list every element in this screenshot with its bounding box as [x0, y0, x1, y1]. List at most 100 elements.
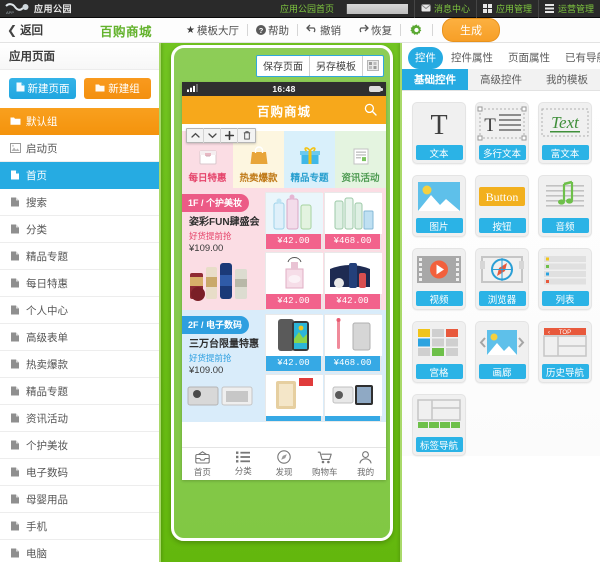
- sidebar-item-hot-sale-label: 热卖爆款: [26, 358, 68, 371]
- page-group-default[interactable]: 默认组: [0, 108, 159, 135]
- product-image: [266, 193, 323, 234]
- sidebar-item-hot-sale[interactable]: 热卖爆款: [0, 351, 159, 378]
- svg-text:APP: APP: [6, 10, 14, 15]
- tab-control-properties[interactable]: 控件属性: [444, 47, 500, 69]
- delete-component-button[interactable]: [238, 128, 255, 143]
- tab-page-properties[interactable]: 页面属性: [501, 47, 557, 69]
- phone-floor-1-price: ¥109.00: [189, 243, 224, 255]
- svg-text:‹: ‹: [548, 330, 550, 336]
- topbar-item-app-management[interactable]: 应用管理: [475, 0, 538, 18]
- component-list[interactable]: 列表: [538, 248, 592, 310]
- sidebar-item-search[interactable]: 搜索: [0, 189, 159, 216]
- phone-floor-1-products: ¥42.00 ¥468.00 ¥42.00 ¥42.00: [263, 188, 386, 310]
- component-image[interactable]: 图片: [412, 175, 466, 237]
- product-card[interactable]: ¥468.00: [324, 192, 382, 250]
- back-button[interactable]: ❮ 返回: [0, 22, 43, 38]
- pages-list[interactable]: 默认组 启动页 首页 搜索 分类 精品专题 每日特惠 个人中心 高级表单 热卖爆…: [0, 108, 159, 562]
- phone-nav-discover-label: 发现: [275, 467, 293, 477]
- product-card[interactable]: ¥42.00: [265, 314, 323, 372]
- move-up-button[interactable]: [187, 128, 204, 143]
- subtab-my-templates[interactable]: 我的模板: [534, 69, 600, 90]
- grid-icon: [482, 4, 493, 13]
- phone-nav-discover[interactable]: 发现: [264, 450, 305, 478]
- phone-nav-cart[interactable]: 购物车: [304, 451, 345, 478]
- canvas-area: 保存页面 另存模板 16:48 百购商城 每日特惠 热卖爆款 精品专题 资讯活动…: [163, 43, 400, 562]
- component-button[interactable]: Button 按钮: [475, 175, 529, 237]
- component-multiline-text[interactable]: T 多行文本: [475, 102, 529, 164]
- sidebar-item-electronics[interactable]: 电子数码: [0, 459, 159, 486]
- component-audio-label: 音频: [541, 218, 589, 233]
- component-audio[interactable]: 音频: [538, 175, 592, 237]
- phone-nav-mine-label: 我的: [357, 466, 375, 477]
- phone-floor-2-badge: 2F / 电子数码: [182, 316, 250, 334]
- save-as-template-button[interactable]: 另存模板: [310, 56, 363, 76]
- app-title: 百购商城: [100, 24, 153, 39]
- phone-nav-category[interactable]: 分类: [223, 451, 264, 477]
- tab-controls[interactable]: 控件: [408, 46, 443, 69]
- sidebar-item-featured-topic[interactable]: 精品专题: [0, 243, 159, 270]
- sidebar-item-splash-label: 启动页: [26, 142, 58, 155]
- preview-button[interactable]: [363, 58, 383, 74]
- help-button[interactable]: ? 帮助: [248, 23, 297, 38]
- component-rich-text[interactable]: Text 富文本: [538, 102, 592, 164]
- sidebar-item-personal-care[interactable]: 个护美妆: [0, 432, 159, 459]
- sidebar-item-news-activity[interactable]: 资讯活动: [0, 405, 159, 432]
- search-icon[interactable]: [364, 103, 377, 116]
- component-gallery[interactable]: 画廊: [475, 321, 529, 383]
- save-page-button[interactable]: 保存页面: [257, 56, 310, 76]
- phone-nav-mine[interactable]: 我的: [345, 450, 386, 478]
- product-card[interactable]: ¥42.00: [265, 252, 323, 310]
- component-history-nav[interactable]: TOP ‹ 历史导航: [538, 321, 592, 383]
- phone-nav-home[interactable]: 首页: [182, 450, 223, 478]
- sidebar-item-computer[interactable]: 电脑: [0, 540, 159, 562]
- new-group-button[interactable]: 新建组: [84, 78, 151, 99]
- subtab-advanced-controls[interactable]: 高级控件: [468, 69, 534, 90]
- generate-button[interactable]: 生成: [441, 18, 500, 42]
- product-card[interactable]: [265, 374, 323, 422]
- product-price: [266, 416, 321, 421]
- sidebar-item-home[interactable]: 首页: [0, 162, 159, 189]
- topbar-item-messages[interactable]: 消息中心: [413, 0, 476, 18]
- product-card[interactable]: ¥42.00: [265, 192, 323, 250]
- sidebar-item-splash[interactable]: 启动页: [0, 135, 159, 162]
- topbar-item-operation-management[interactable]: 运营管理: [537, 0, 600, 18]
- topbar-item-home[interactable]: 应用公园首页: [274, 0, 340, 18]
- redo-label: 恢复: [370, 24, 392, 37]
- component-grid[interactable]: 宫格: [412, 321, 466, 383]
- redo-button[interactable]: 恢复: [349, 23, 400, 38]
- component-browser[interactable]: 浏览器: [475, 248, 529, 310]
- component-tab-nav[interactable]: 标签导航: [412, 394, 466, 456]
- sidebar-item-featured-topic-2[interactable]: 精品专题: [0, 378, 159, 405]
- sidebar-item-daily-deal[interactable]: 每日特惠: [0, 270, 159, 297]
- undo-button[interactable]: 撤销: [298, 23, 349, 38]
- subtab-basic-controls[interactable]: 基础控件: [402, 69, 468, 90]
- new-page-button[interactable]: 新建页面: [9, 78, 76, 99]
- template-hall-button[interactable]: ★ 模板大厅: [178, 23, 247, 38]
- sidebar-item-maternal[interactable]: 母婴用品: [0, 486, 159, 513]
- component-video[interactable]: 视频: [412, 248, 466, 310]
- divider: [399, 24, 401, 36]
- svg-text:Button: Button: [486, 190, 519, 204]
- sidebar-item-advanced-form[interactable]: 高级表单: [0, 324, 159, 351]
- tab-existing-nav[interactable]: 已有导航: [558, 47, 600, 69]
- sidebar-item-search-label: 搜索: [26, 196, 47, 209]
- phone-category-featured[interactable]: 精品专题: [284, 131, 335, 188]
- brand-logo[interactable]: APP 应用公园: [0, 2, 72, 15]
- phone-category-row: 每日特惠 热卖爆款 精品专题 资讯活动: [182, 128, 386, 188]
- phone-category-news[interactable]: 资讯活动: [335, 131, 386, 188]
- product-card[interactable]: [324, 374, 382, 422]
- move-down-button[interactable]: [204, 128, 221, 143]
- topbar-item-home-label: 应用公园首页: [279, 4, 334, 14]
- phone-floor-2-title: 三万台限量特惠: [189, 339, 259, 350]
- sidebar-item-phone[interactable]: 手机: [0, 513, 159, 540]
- sidebar-item-profile[interactable]: 个人中心: [0, 297, 159, 324]
- box-icon: [195, 142, 221, 169]
- page-icon: [10, 170, 21, 181]
- product-card[interactable]: ¥468.00: [324, 314, 382, 372]
- component-text[interactable]: T 文本: [412, 102, 466, 164]
- gear-icon[interactable]: [410, 23, 423, 37]
- product-card[interactable]: ¥42.00: [324, 252, 382, 310]
- add-component-button[interactable]: [221, 128, 238, 143]
- sidebar-item-category[interactable]: 分类: [0, 216, 159, 243]
- component-browser-label: 浏览器: [478, 291, 526, 306]
